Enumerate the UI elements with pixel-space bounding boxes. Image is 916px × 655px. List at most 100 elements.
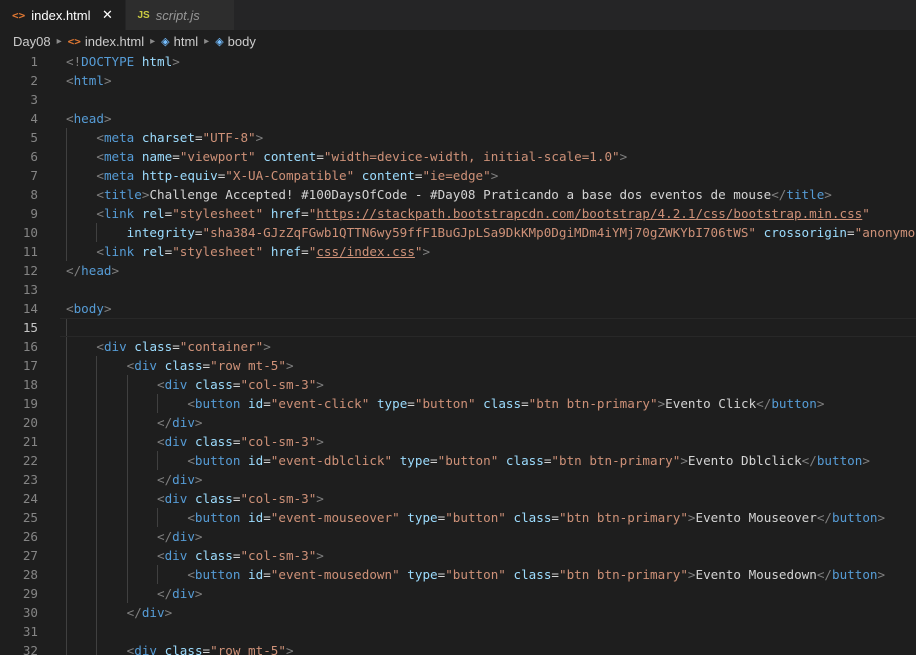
code-token: crossorigin — [763, 225, 848, 240]
code-token: "sha384-GJzZqFGwb1QTTN6wy59ffF1BuGJpLSa9… — [202, 225, 757, 240]
code-line[interactable]: 3 — [0, 90, 916, 109]
code-token: href — [270, 244, 302, 259]
code-line[interactable]: 12 </head> — [0, 261, 916, 280]
code-token: div — [172, 415, 195, 430]
line-number: 28 — [22, 567, 38, 582]
breadcrumb-symbol-body[interactable]: ◈ body — [215, 34, 256, 49]
code-line[interactable]: 23 </div> — [0, 470, 916, 489]
code-token: < — [157, 491, 165, 506]
code-token: > — [194, 586, 203, 601]
tab-script-js[interactable]: JS script.js ✕ — [125, 0, 235, 30]
code-token: "viewport" — [179, 149, 256, 164]
code-line[interactable]: 28 <button id="event-mousedown" type="bu… — [0, 565, 916, 584]
breadcrumb-folder[interactable]: Day08 — [13, 34, 51, 49]
code-token: id — [248, 510, 264, 525]
code-line[interactable]: 32 <div class="row mt-5"> — [0, 641, 916, 655]
code-token: < — [187, 396, 195, 411]
code-token: "col-sm-3" — [240, 434, 317, 449]
code-line[interactable]: 29 </div> — [0, 584, 916, 603]
code-line[interactable]: 16 <div class="container"> — [0, 337, 916, 356]
tab-index-html[interactable]: <> index.html ✕ — [0, 0, 126, 30]
code-text: <div class="col-sm-3"> — [66, 546, 324, 565]
code-line[interactable]: 22 <button id="event-dblclick" type="but… — [0, 451, 916, 470]
code-line[interactable]: 15 — [0, 318, 916, 337]
code-line[interactable]: 7 <meta http-equiv="X-UA-Compatible" con… — [0, 166, 916, 185]
close-icon[interactable]: ✕ — [101, 7, 115, 23]
code-line[interactable]: 9 <link rel="stylesheet" href="https://s… — [0, 204, 916, 223]
code-token: < — [187, 510, 195, 525]
code-token: > — [316, 548, 324, 563]
code-line[interactable]: 27 <div class="col-sm-3"> — [0, 546, 916, 565]
code-token: < — [157, 548, 165, 563]
code-token: <! — [66, 54, 82, 69]
code-line[interactable]: 21 <div class="col-sm-3"> — [0, 432, 916, 451]
code-token: = — [194, 225, 203, 240]
code-token: href — [270, 206, 302, 221]
code-text: <!DOCTYPE html> — [66, 52, 180, 71]
html-file-icon: <> — [67, 34, 81, 48]
code-token: > — [687, 567, 696, 582]
line-number: 11 — [22, 244, 38, 259]
code-token: > — [816, 396, 825, 411]
line-number: 1 — [30, 54, 38, 69]
code-token: "button" — [414, 396, 476, 411]
code-line[interactable]: 2 <html> — [0, 71, 916, 90]
line-number: 10 — [22, 225, 38, 240]
code-line[interactable]: 18 <div class="col-sm-3"> — [0, 375, 916, 394]
code-line[interactable]: 20 </div> — [0, 413, 916, 432]
code-text: integrity="sha384-GJzZqFGwb1QTTN6wy59ffF… — [66, 223, 916, 242]
code-token: > — [877, 510, 886, 525]
code-token: < — [96, 168, 104, 183]
code-text: <div class="col-sm-3"> — [66, 489, 324, 508]
breadcrumb-file[interactable]: <> index.html — [68, 34, 145, 49]
code-editor[interactable]: 1 <!DOCTYPE html> 2 <html> 3 4 <head> 5 <meta c… — [0, 52, 916, 655]
code-line[interactable]: 8 <title>Challenge Accepted! #100DaysOfC… — [0, 185, 916, 204]
code-token: < — [157, 434, 165, 449]
code-token: class — [134, 339, 173, 354]
code-token: = — [316, 149, 324, 164]
line-number: 19 — [22, 396, 38, 411]
code-token: > — [824, 187, 832, 202]
code-token: < — [187, 567, 195, 582]
code-token: > — [103, 301, 112, 316]
code-token: > — [103, 73, 112, 88]
code-token: </ — [157, 415, 173, 430]
code-text: <link rel="stylesheet" href="https://sta… — [66, 204, 870, 223]
code-line[interactable]: 6 <meta name="viewport" content="width=d… — [0, 147, 916, 166]
code-line[interactable]: 14 <body> — [0, 299, 916, 318]
code-token: "stylesheet" — [172, 206, 264, 221]
code-line[interactable]: 24 <div class="col-sm-3"> — [0, 489, 916, 508]
code-line[interactable]: 1 <!DOCTYPE html> — [0, 52, 916, 71]
code-line[interactable]: 4 <head> — [0, 109, 916, 128]
code-token: css/index.css — [316, 244, 415, 259]
code-token: "container" — [179, 339, 264, 354]
code-line[interactable]: 13 — [0, 280, 916, 299]
code-token: </ — [126, 605, 142, 620]
code-line[interactable]: 5 <meta charset="UTF-8"> — [0, 128, 916, 147]
code-token: Challenge Accepted! #100DaysOfCode - #Da… — [149, 187, 772, 202]
line-number: 5 — [30, 130, 38, 145]
code-line[interactable]: 17 <div class="row mt-5"> — [0, 356, 916, 375]
code-token: button — [816, 453, 863, 468]
breadcrumb-symbol-html[interactable]: ◈ html — [161, 34, 198, 49]
code-token: </ — [801, 453, 817, 468]
line-number: 20 — [22, 415, 38, 430]
code-text: <div class="container"> — [66, 337, 271, 356]
code-line[interactable]: 25 <button id="event-mouseover" type="bu… — [0, 508, 916, 527]
code-line[interactable]: 26 </div> — [0, 527, 916, 546]
code-line[interactable]: 19 <button id="event-click" type="button… — [0, 394, 916, 413]
code-line[interactable]: 11 <link rel="stylesheet" href="css/inde… — [0, 242, 916, 261]
code-text: </div> — [66, 470, 203, 489]
breadcrumb-label: Day08 — [13, 33, 51, 49]
code-token: < — [187, 453, 195, 468]
code-line[interactable]: 31 — [0, 622, 916, 641]
code-token: div — [103, 339, 127, 354]
code-line[interactable]: 30 </div> — [0, 603, 916, 622]
code-token: > — [263, 339, 271, 354]
code-line[interactable]: 10 integrity="sha384-GJzZqFGwb1QTTN6wy59… — [0, 223, 916, 242]
